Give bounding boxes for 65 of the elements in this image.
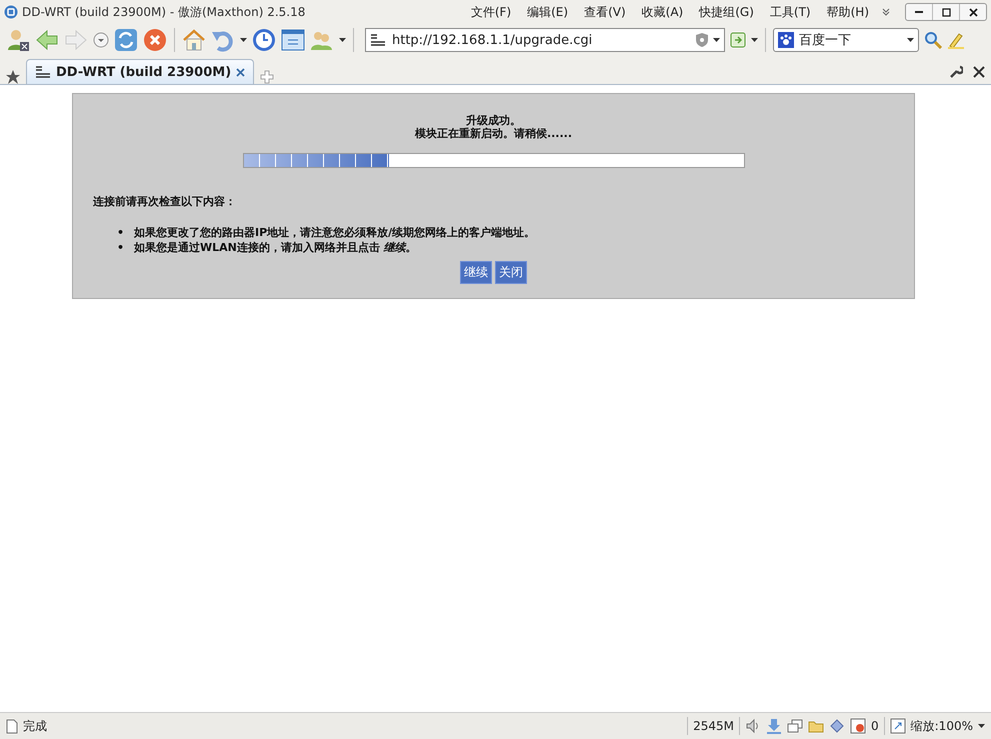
menu-item[interactable]: 文件(F) xyxy=(462,2,520,22)
highlighter-icon[interactable] xyxy=(947,31,965,49)
check-item: 如果您是通过WLAN连接的，请加入网络并且点击 继续。 xyxy=(134,240,417,255)
window-title: DD-WRT (build 23900M) - 傲游(Maxthon) 2.5.18 xyxy=(22,4,306,20)
site-logo-icon xyxy=(35,65,51,79)
zoom-icon[interactable] xyxy=(890,718,906,734)
page-icon xyxy=(6,718,18,734)
close-icon xyxy=(968,8,978,16)
bullet: • xyxy=(117,240,124,255)
caret-icon[interactable] xyxy=(907,38,914,42)
search-box[interactable]: 百度一下 xyxy=(773,28,919,52)
bullet: • xyxy=(117,225,124,240)
download-icon[interactable] xyxy=(766,718,782,734)
stop-icon[interactable] xyxy=(143,28,167,52)
star-icon[interactable] xyxy=(6,70,20,84)
menu-item[interactable]: 帮助(H) xyxy=(818,2,877,22)
minimize-icon xyxy=(915,11,923,13)
menu-item[interactable]: 快捷组(G) xyxy=(691,2,762,22)
menu-item[interactable]: 收藏(A) xyxy=(634,2,692,22)
action-button[interactable]: 继续 xyxy=(460,261,492,284)
back-icon[interactable] xyxy=(35,28,59,52)
maximize-icon xyxy=(942,8,950,16)
clock-icon[interactable] xyxy=(252,28,276,52)
menu-item[interactable]: 工具(T) xyxy=(762,2,819,22)
caret-icon[interactable] xyxy=(339,38,346,42)
check-title: 连接前请再次检查以下内容： xyxy=(93,194,236,209)
browser-logo-icon xyxy=(4,5,18,19)
paw-icon xyxy=(778,32,794,48)
memory-usage: 2545M xyxy=(693,719,734,733)
diamond-icon[interactable] xyxy=(829,718,845,734)
zoom-level[interactable]: 缩放:100% xyxy=(910,718,973,734)
search-field[interactable]: 百度一下 xyxy=(797,32,904,48)
caret-icon[interactable] xyxy=(713,38,720,42)
reboot-message: 模块正在重新启动。请稍候...... xyxy=(414,127,572,140)
add-tab-icon[interactable] xyxy=(260,70,274,84)
close-icon[interactable] xyxy=(236,68,246,76)
window-icon[interactable] xyxy=(281,28,305,52)
go-icon[interactable] xyxy=(730,32,746,48)
blocker-icon[interactable] xyxy=(850,718,866,734)
close-icon[interactable] xyxy=(973,66,985,78)
menu-item[interactable]: 编辑(E) xyxy=(519,2,576,22)
windows-icon[interactable] xyxy=(787,718,803,734)
address-field[interactable]: http://192.168.1.1/upgrade.cgi xyxy=(390,32,691,48)
home-icon[interactable] xyxy=(182,28,206,52)
shield-icon xyxy=(695,32,709,48)
tab-title: DD-WRT (build 23900M) xyxy=(56,64,232,80)
success-heading: 升级成功。 xyxy=(466,114,521,127)
check-item: 如果您更改了您的路由器IP地址，请注意您必须释放/续期您网络上的客户端地址。 xyxy=(134,225,536,240)
caret-icon[interactable] xyxy=(751,38,758,42)
speaker-icon[interactable] xyxy=(745,718,761,734)
blocked-count: 0 xyxy=(871,719,879,733)
chevron-icon[interactable] xyxy=(881,7,891,17)
dropdown-circle-icon[interactable] xyxy=(93,32,109,48)
wrench-icon[interactable] xyxy=(949,65,963,79)
user-icon[interactable] xyxy=(6,28,30,52)
search-icon[interactable] xyxy=(924,31,942,49)
menu-item[interactable]: 查看(V) xyxy=(576,2,634,22)
site-logo-icon xyxy=(370,33,386,47)
address-bar[interactable]: http://192.168.1.1/upgrade.cgi xyxy=(365,28,725,52)
action-button[interactable]: 关闭 xyxy=(495,261,527,284)
refresh-icon[interactable] xyxy=(114,28,138,52)
browser-tab[interactable]: DD-WRT (build 23900M) xyxy=(26,59,254,84)
status-text: 完成 xyxy=(23,718,47,734)
caret-icon[interactable] xyxy=(978,724,985,728)
caret-icon[interactable] xyxy=(240,38,247,42)
